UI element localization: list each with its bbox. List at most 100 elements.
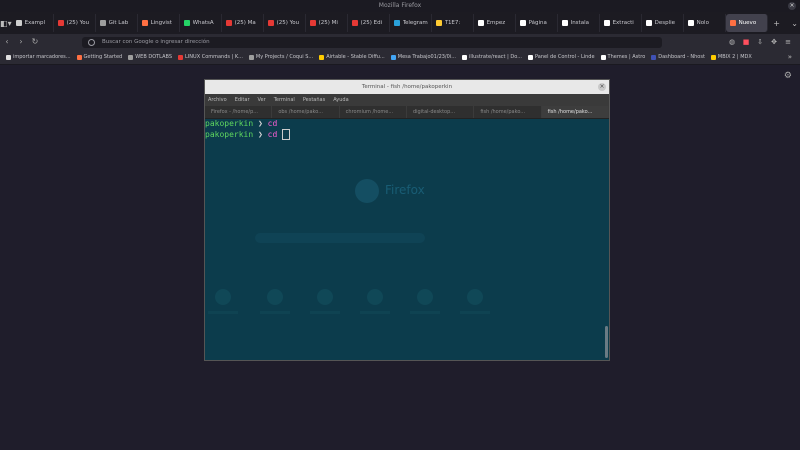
- tab-5[interactable]: (25) Ma: [222, 14, 264, 32]
- terminal-menu-item[interactable]: Ayuda: [333, 97, 348, 103]
- tab-7[interactable]: (25) Mi: [306, 14, 348, 32]
- bookmark-label: My Projects / Coqui S...: [255, 54, 314, 60]
- firefox-titlebar: Mozilla Firefox ×: [0, 0, 800, 12]
- tab-10[interactable]: T1E7:: [432, 14, 474, 32]
- gear-icon[interactable]: ⚙: [784, 71, 792, 81]
- terminal-body[interactable]: Firefox pakoperkin ❯ cd pakoperkin ❯ cd: [205, 119, 609, 360]
- bookmark-label: importar marcadores...: [13, 54, 71, 60]
- tab-4[interactable]: WhatsA: [180, 14, 222, 32]
- tab-9[interactable]: Telegram: [390, 14, 432, 32]
- url-bar[interactable]: Buscar con Google o ingresar dirección: [82, 36, 662, 48]
- bookmark-label: Airtable - Stable Diffu...: [326, 54, 385, 60]
- terminal-close-button[interactable]: ×: [598, 83, 606, 91]
- download-icon[interactable]: ⇩: [754, 36, 766, 48]
- tab-favicon-icon: [729, 20, 736, 26]
- terminal-menu-item[interactable]: Archivo: [208, 97, 227, 103]
- bookmark-item[interactable]: illustrate/react | Do...: [461, 54, 522, 60]
- terminal-tab[interactable]: Firefox - /home/p...: [205, 106, 273, 118]
- tab-11[interactable]: Empez: [474, 14, 516, 32]
- tab-favicon-icon: [351, 20, 358, 26]
- extension-icon[interactable]: ■: [740, 36, 752, 48]
- tab-14[interactable]: Extracti: [600, 14, 642, 32]
- terminal-tab[interactable]: fish /home/pako...: [541, 106, 609, 118]
- tab-label: Nuevo: [738, 20, 757, 26]
- firefox-logo-icon: [355, 179, 379, 203]
- bookmark-label: Getting Started: [83, 54, 123, 60]
- bookmark-favicon-icon: [710, 54, 716, 60]
- terminal-menu-item[interactable]: Ver: [258, 97, 266, 103]
- tab-12[interactable]: Página: [516, 14, 558, 32]
- tab-favicon-icon: [183, 20, 190, 26]
- bookmark-favicon-icon: [248, 54, 254, 60]
- terminal-menubar: Archivo Editar Ver Terminal Pestañas Ayuda: [205, 94, 609, 106]
- bookmark-item[interactable]: Themes | Astro: [600, 54, 645, 60]
- tab-favicon-icon: [603, 20, 610, 26]
- bookmark-favicon-icon: [319, 54, 325, 60]
- prompt-command: cd: [267, 130, 278, 139]
- bookmark-item[interactable]: importar marcadores...: [6, 54, 71, 60]
- pocket-icon[interactable]: ◍: [726, 36, 738, 48]
- tab-17[interactable]: Nuevo: [725, 14, 768, 32]
- bookmark-favicon-icon: [6, 54, 11, 60]
- tab-favicon-icon: [561, 20, 568, 26]
- bookmark-item[interactable]: My Projects / Coqui S...: [248, 54, 314, 60]
- forward-icon[interactable]: ›: [14, 35, 28, 49]
- terminal-menu-item[interactable]: Pestañas: [303, 97, 325, 103]
- tab-16[interactable]: Nolo: [684, 14, 726, 32]
- tab-0[interactable]: Exampl: [12, 14, 54, 32]
- bookmarks-overflow-icon[interactable]: »: [788, 53, 792, 61]
- terminal-tab[interactable]: chromium /home...: [340, 106, 407, 118]
- bookmark-item[interactable]: LINUX Commands | K...: [178, 54, 243, 60]
- ghost-shortcut-icon: [367, 289, 383, 305]
- menu-icon[interactable]: ≡: [782, 36, 794, 48]
- terminal-menu-item[interactable]: Editar: [235, 97, 250, 103]
- tab-13[interactable]: Instala: [558, 14, 600, 32]
- terminal-tab[interactable]: obs /home/pako...: [272, 106, 340, 118]
- tab-label: Instala: [570, 20, 589, 26]
- terminal-tabs: Firefox - /home/p... obs /home/pako... chr…: [205, 106, 609, 119]
- bookmark-item[interactable]: Mesa Trabajo01/23/0i...: [390, 54, 456, 60]
- tab-label: (25) You: [276, 20, 300, 26]
- firefox-view-icon[interactable]: ◧: [0, 14, 8, 32]
- terminal-tab[interactable]: digital-desktop...: [407, 106, 475, 118]
- tab-label: Página: [528, 20, 547, 26]
- terminal-window[interactable]: Terminal - fish /home/pakoperkin × Archi…: [204, 79, 610, 361]
- ghost-shortcut-label: [310, 311, 340, 314]
- bookmark-item[interactable]: Panel de Control - Linde: [527, 54, 595, 60]
- tab-3[interactable]: Lingvist: [138, 14, 180, 32]
- tab-label: (25) Mi: [318, 20, 338, 26]
- tab-1[interactable]: (25) You: [54, 14, 96, 32]
- all-tabs-icon[interactable]: ⌄: [786, 14, 800, 32]
- ghost-shortcut-label: [360, 311, 390, 314]
- tab-favicon-icon: [141, 20, 148, 26]
- bookmark-item[interactable]: Getting Started: [76, 54, 123, 60]
- terminal-tab[interactable]: fish /home/pako...: [474, 106, 542, 118]
- bookmark-label: Dashboard - Nhost: [658, 54, 705, 60]
- ghost-shortcut-label: [410, 311, 440, 314]
- puzzle-icon[interactable]: ✥: [768, 36, 780, 48]
- ghost-search-box: [255, 233, 425, 243]
- bookmark-item[interactable]: Airtable - Stable Diffu...: [319, 54, 385, 60]
- bookmark-label: MBIX 2 | MDX: [717, 54, 752, 60]
- terminal-scrollbar[interactable]: [605, 326, 608, 358]
- tab-favicon-icon: [225, 20, 232, 26]
- ghost-shortcut-icon: [267, 289, 283, 305]
- tab-15[interactable]: Desplie: [642, 14, 684, 32]
- bookmark-label: LINUX Commands | K...: [185, 54, 243, 60]
- terminal-cursor: [282, 129, 291, 140]
- bookmark-item[interactable]: WEB DOTLABS: [128, 54, 172, 60]
- tab-label: Exampl: [24, 20, 46, 26]
- tab-favicon-icon: [687, 20, 694, 26]
- terminal-menu-item[interactable]: Terminal: [274, 97, 295, 103]
- bookmark-item[interactable]: Dashboard - Nhost: [651, 54, 705, 60]
- back-icon[interactable]: ‹: [0, 35, 14, 49]
- tab-6[interactable]: (25) You: [264, 14, 306, 32]
- tab-favicon-icon: [477, 20, 484, 26]
- new-tab-icon[interactable]: +: [768, 14, 786, 32]
- tab-2[interactable]: Git Lab: [96, 14, 138, 32]
- ghost-shortcut-label: [208, 311, 238, 314]
- reload-icon[interactable]: ↻: [28, 35, 42, 49]
- bookmark-item[interactable]: MBIX 2 | MDX: [710, 54, 752, 60]
- window-close-button[interactable]: ×: [788, 2, 796, 10]
- tab-8[interactable]: (25) Edi: [348, 14, 390, 32]
